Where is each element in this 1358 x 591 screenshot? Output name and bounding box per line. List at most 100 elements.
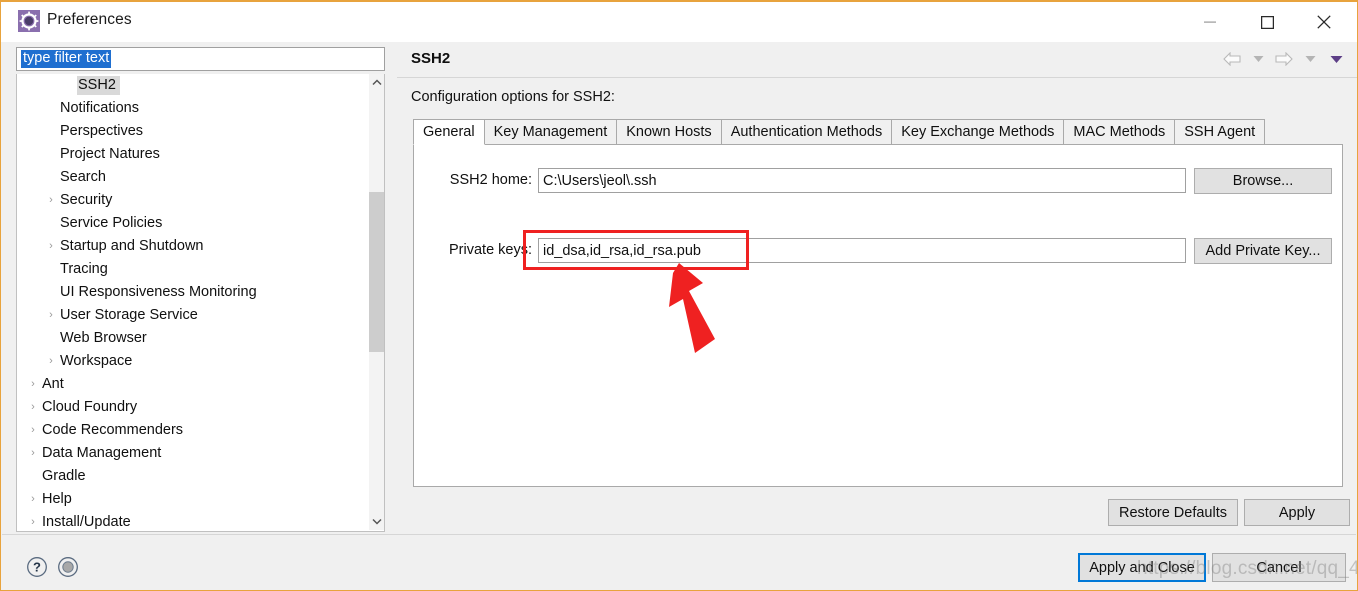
tree-item-help[interactable]: › Help xyxy=(17,488,369,511)
chevron-right-icon[interactable]: › xyxy=(43,241,59,252)
chevron-right-icon[interactable]: › xyxy=(25,494,41,505)
tab-ssh-agent[interactable]: SSH Agent xyxy=(1174,119,1266,145)
tree-item-label: Service Policies xyxy=(60,215,163,231)
chevron-right-icon[interactable]: › xyxy=(25,379,41,390)
tree-item-label: Cloud Foundry xyxy=(42,399,138,415)
chevron-right-icon[interactable]: › xyxy=(43,310,59,321)
tree-item-project-natures[interactable]: Project Natures xyxy=(17,143,369,166)
view-menu-chevron-down-icon[interactable] xyxy=(1325,48,1347,70)
svg-text:?: ? xyxy=(33,560,41,575)
scroll-down-arrow-icon[interactable] xyxy=(369,513,384,530)
tree-item-perspectives[interactable]: Perspectives xyxy=(17,120,369,143)
tree-item-cloud-foundry[interactable]: › Cloud Foundry xyxy=(17,396,369,419)
tree-item-label: Help xyxy=(42,491,72,507)
apply-button[interactable]: Apply xyxy=(1244,499,1350,526)
tree-item-label: Search xyxy=(60,169,106,185)
chevron-right-icon[interactable]: › xyxy=(25,517,41,528)
forward-arrow-icon[interactable] xyxy=(1273,48,1295,70)
tree-item-label: Perspectives xyxy=(60,123,144,139)
tree-item-search[interactable]: Search xyxy=(17,166,369,189)
browse-button[interactable]: Browse... xyxy=(1194,168,1332,194)
tree-item-label: Data Management xyxy=(42,445,162,461)
tree-item-label: Install/Update xyxy=(42,514,131,530)
preferences-dialog: Preferences type filter text SSH2 Notific… xyxy=(0,0,1358,591)
tree-vertical-scrollbar[interactable] xyxy=(368,74,384,530)
tab-key-exchange-methods[interactable]: Key Exchange Methods xyxy=(891,119,1065,145)
tree-item-ssh2[interactable]: SSH2 xyxy=(17,74,369,97)
tree-item-ui-responsiveness-monitoring[interactable]: UI Responsiveness Monitoring xyxy=(17,281,369,304)
tree-item-service-policies[interactable]: Service Policies xyxy=(17,212,369,235)
chevron-right-icon[interactable]: › xyxy=(25,402,41,413)
tree-item-label: Workspace xyxy=(60,353,133,369)
tree-item-ant[interactable]: › Ant xyxy=(17,373,369,396)
window-title: Preferences xyxy=(47,11,132,28)
page-title: SSH2 xyxy=(411,50,451,67)
tab-general[interactable]: General xyxy=(413,119,485,145)
minimize-icon xyxy=(1204,21,1216,23)
tree-item-label: Notifications xyxy=(60,100,139,116)
tree-item-label: Security xyxy=(60,192,113,208)
tree-filter-value: type filter text xyxy=(21,50,112,68)
title-bar: Preferences xyxy=(1,2,1357,42)
tree-item-code-recommenders[interactable]: › Code Recommenders xyxy=(17,419,369,442)
ssh2-home-label: SSH2 home: xyxy=(449,172,532,188)
tab-known-hosts[interactable]: Known Hosts xyxy=(616,119,722,145)
tree-item-tracing[interactable]: Tracing xyxy=(17,258,369,281)
ssh2-home-row: SSH2 home: C:\Users\jeol\.ssh Browse... xyxy=(414,168,1344,196)
pane-navigation-bar xyxy=(1221,48,1347,70)
back-arrow-icon[interactable] xyxy=(1221,48,1243,70)
preferences-gear-icon xyxy=(18,10,40,32)
minimize-button[interactable] xyxy=(1187,2,1233,42)
chevron-right-icon[interactable]: › xyxy=(25,448,41,459)
tab-strip-filler xyxy=(1264,119,1343,145)
tree-item-label: SSH2 xyxy=(77,76,120,95)
tree-item-install-update[interactable]: › Install/Update xyxy=(17,511,369,531)
preferences-tree-panel: SSH2 Notifications Perspectives Project Nat… xyxy=(16,74,385,532)
tree-item-label: Code Recommenders xyxy=(42,422,184,438)
cancel-button[interactable]: Cancel xyxy=(1212,553,1346,582)
filled-circle-icon[interactable] xyxy=(57,556,79,578)
close-icon xyxy=(1317,15,1331,29)
tab-strip: General Key Management Known Hosts Authenti… xyxy=(413,119,1343,146)
tree-item-label: Startup and Shutdown xyxy=(60,238,204,254)
tree-item-label: Tracing xyxy=(60,261,108,277)
maximize-icon xyxy=(1260,15,1274,29)
tab-mac-methods[interactable]: MAC Methods xyxy=(1063,119,1176,145)
forward-history-chevron-down-icon[interactable] xyxy=(1299,48,1321,70)
tree-item-user-storage-service[interactable]: › User Storage Service xyxy=(17,304,369,327)
tree-item-data-management[interactable]: › Data Management xyxy=(17,442,369,465)
tree-item-startup-and-shutdown[interactable]: › Startup and Shutdown xyxy=(17,235,369,258)
private-keys-input[interactable]: id_dsa,id_rsa,id_rsa.pub xyxy=(538,238,1186,263)
tree-item-gradle[interactable]: Gradle xyxy=(17,465,369,488)
tree-item-workspace[interactable]: › Workspace xyxy=(17,350,369,373)
scroll-up-arrow-icon[interactable] xyxy=(369,74,384,91)
tree-item-label: Web Browser xyxy=(60,330,147,346)
chevron-right-icon[interactable]: › xyxy=(43,356,59,367)
tree-item-label: UI Responsiveness Monitoring xyxy=(60,284,257,300)
general-tab-panel: SSH2 home: C:\Users\jeol\.ssh Browse... … xyxy=(413,145,1343,487)
tree-item-label: Gradle xyxy=(42,468,86,484)
private-keys-row: Private keys: id_dsa,id_rsa,id_rsa.pub A… xyxy=(414,238,1344,266)
tree-item-security[interactable]: › Security xyxy=(17,189,369,212)
private-keys-label: Private keys: xyxy=(449,242,532,258)
add-private-key-button[interactable]: Add Private Key... xyxy=(1194,238,1332,264)
preferences-tree[interactable]: SSH2 Notifications Perspectives Project Nat… xyxy=(17,74,369,531)
chevron-right-icon[interactable]: › xyxy=(25,425,41,436)
help-question-icon[interactable]: ? xyxy=(26,556,48,578)
tree-scrollbar-thumb[interactable] xyxy=(369,192,384,352)
page-description: Configuration options for SSH2: xyxy=(411,89,615,105)
back-history-chevron-down-icon[interactable] xyxy=(1247,48,1269,70)
maximize-button[interactable] xyxy=(1244,2,1290,42)
tab-authentication-methods[interactable]: Authentication Methods xyxy=(720,119,893,145)
close-button[interactable] xyxy=(1301,2,1347,42)
tree-filter-input[interactable]: type filter text xyxy=(16,47,385,71)
ssh2-home-input[interactable]: C:\Users\jeol\.ssh xyxy=(538,168,1186,193)
tree-item-notifications[interactable]: Notifications xyxy=(17,97,369,120)
restore-defaults-button[interactable]: Restore Defaults xyxy=(1108,499,1238,526)
tree-item-label: User Storage Service xyxy=(60,307,198,323)
apply-and-close-button[interactable]: Apply and Close xyxy=(1078,553,1206,582)
tree-item-label: Ant xyxy=(42,376,64,392)
tree-item-web-browser[interactable]: Web Browser xyxy=(17,327,369,350)
chevron-right-icon[interactable]: › xyxy=(43,195,59,206)
tab-key-management[interactable]: Key Management xyxy=(483,119,618,145)
